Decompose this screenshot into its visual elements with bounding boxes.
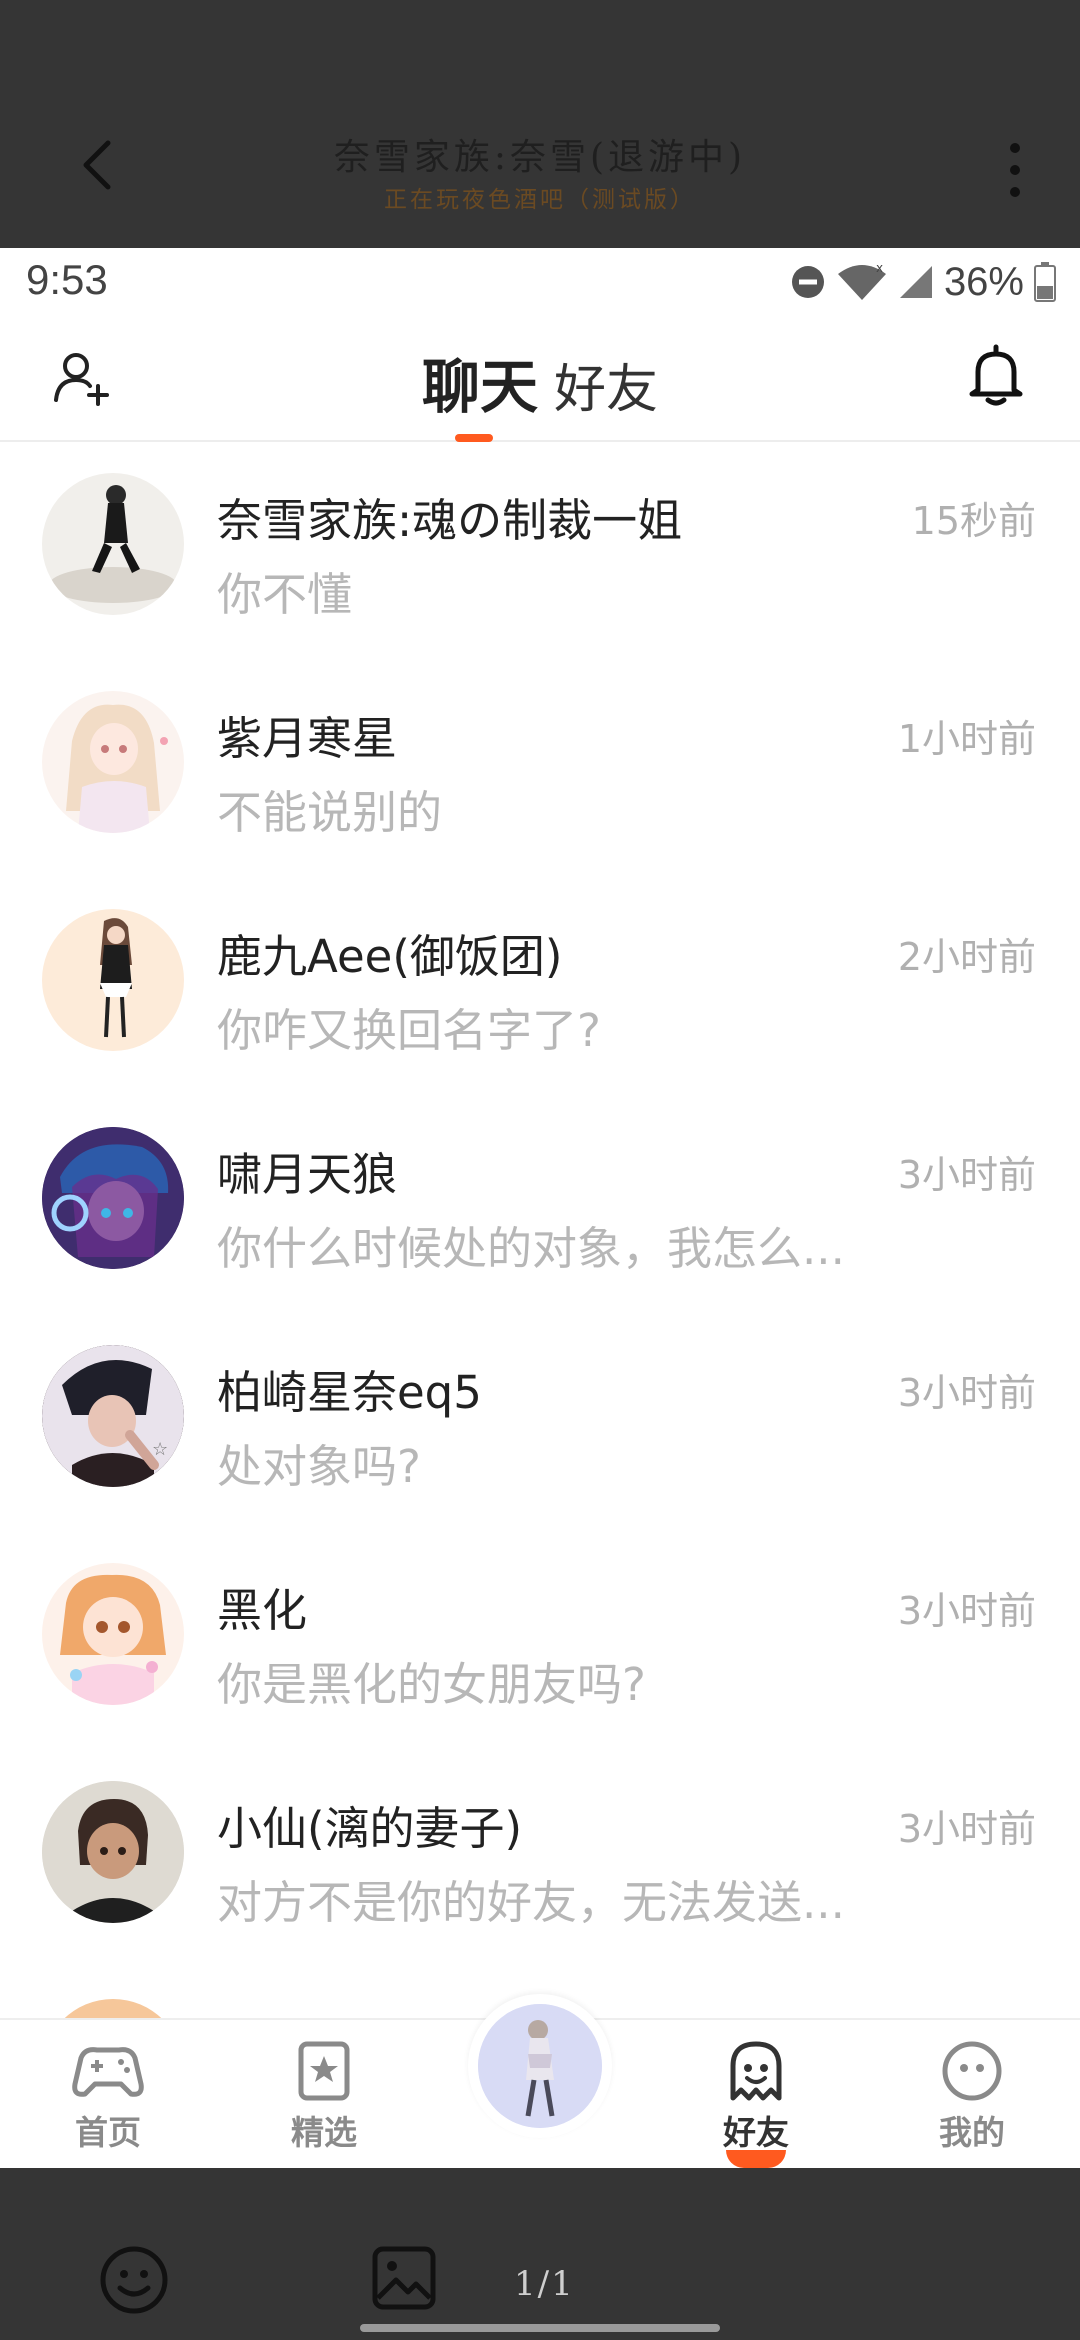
avatar-illustration	[66, 704, 168, 833]
nav-home[interactable]: 首页	[38, 2040, 178, 2154]
svg-text:x: x	[876, 262, 883, 275]
do-not-disturb-icon	[791, 266, 824, 298]
chat-row[interactable]: 啸月天狼 你什么时候处的对象，我怎么... 3小时前	[0, 1098, 1080, 1316]
chat-last-message: 不能说别的	[217, 786, 443, 839]
app-header: 聊天 好友	[0, 316, 1080, 442]
chat-row[interactable]: 紫月寒星 不能说别的 1小时前	[0, 662, 1080, 880]
status-bar: 9:53 x 36%	[0, 248, 1080, 316]
avatar[interactable]	[42, 909, 184, 1051]
nav-mine-label: 我的	[939, 2113, 1005, 2152]
nav-center-avatar[interactable]	[468, 1994, 612, 2138]
avatar-illustration	[42, 1781, 184, 1923]
avatar-illustration	[60, 1574, 166, 1705]
avatar[interactable]: ☆	[42, 1345, 184, 1487]
avatar-illustration	[100, 918, 132, 1038]
chat-time: 2小时前	[897, 935, 1036, 979]
avatar[interactable]	[42, 1127, 184, 1269]
nav-home-label: 首页	[75, 2113, 141, 2152]
chat-last-message: 处对象吗?	[217, 1440, 421, 1493]
active-tab-indicator	[455, 434, 493, 442]
top-overlay-bar: 奈雪家族:奈雪(退游中) 正在玩夜色酒吧（测试版）	[0, 0, 1080, 248]
nav-friends[interactable]: 好友	[686, 2040, 826, 2168]
chat-name: 鹿九Aee(御饭团)	[217, 930, 563, 983]
page-counter: 1/1	[514, 2264, 575, 2304]
chat-name: 奈雪家族:魂の制裁一姐	[217, 494, 683, 547]
avatar-illustration: ☆	[42, 1345, 184, 1487]
smiley-face-icon	[942, 2041, 1002, 2101]
emoji-icon[interactable]	[98, 2244, 170, 2316]
home-indicator[interactable]	[360, 2324, 720, 2332]
chat-time: 3小时前	[897, 1371, 1036, 1415]
active-nav-indicator	[726, 2150, 786, 2168]
svg-text:☆: ☆	[152, 1439, 168, 1460]
tab-chat[interactable]: 聊天	[422, 340, 538, 424]
chat-row[interactable]: ☆ 柏崎星奈eq5 处对象吗? 3小时前	[0, 1316, 1080, 1534]
battery-percent: 36%	[943, 259, 1024, 304]
bottom-overlay-bar: 1/1	[0, 2168, 1080, 2340]
wifi-icon: x	[837, 262, 886, 300]
chat-row[interactable]: 鹿九Aee(御饭团) 你咋又换回名字了? 2小时前	[0, 880, 1080, 1098]
chat-list: 奈雪家族:魂の制裁一姐 你不懂 15秒前 紫月寒星 不能说别的 1小时前 鹿九A…	[0, 444, 1080, 2141]
avatar[interactable]	[42, 691, 184, 833]
tab-friends[interactable]: 好友	[554, 347, 658, 422]
more-vertical-icon[interactable]	[1003, 140, 1027, 200]
avatar-illustration	[42, 1127, 184, 1269]
chat-row[interactable]: 小仙(漓的妻子) 对方不是你的好友，无法发送... 3小时前	[0, 1752, 1080, 1970]
chat-last-message: 对方不是你的好友，无法发送...	[217, 1876, 845, 1929]
chat-time: 3小时前	[897, 1589, 1036, 1633]
status-time: 9:53	[26, 256, 108, 303]
nav-mine[interactable]: 我的	[902, 2040, 1042, 2154]
avatar[interactable]	[42, 1781, 184, 1923]
top-tabs: 聊天 好友	[0, 340, 1080, 424]
chat-row[interactable]: 黑化 你是黑化的女朋友吗? 3小时前	[0, 1534, 1080, 1752]
avatar[interactable]	[42, 1563, 184, 1705]
chat-last-message: 你不懂	[217, 568, 353, 621]
chat-name: 小仙(漓的妻子)	[217, 1802, 523, 1855]
status-icons: x 36%	[790, 258, 1056, 306]
bell-icon[interactable]	[966, 344, 1026, 408]
chat-row[interactable]: 奈雪家族:魂の制裁一姐 你不懂 15秒前	[0, 444, 1080, 662]
overlay-subtitle: 正在玩夜色酒吧（测试版）	[384, 187, 696, 213]
nav-friends-label: 好友	[723, 2113, 789, 2152]
chat-last-message: 你是黑化的女朋友吗?	[217, 1658, 646, 1711]
gamepad-icon	[72, 2047, 144, 2097]
avatar	[478, 2004, 602, 2128]
chat-name: 啸月天狼	[217, 1148, 398, 1201]
avatar-illustration	[49, 485, 177, 603]
overlay-title: 奈雪家族:奈雪(退游中)	[333, 137, 747, 178]
nav-featured[interactable]: 精选	[254, 2040, 394, 2154]
chat-time: 15秒前	[911, 499, 1036, 543]
cellular-signal-icon	[899, 266, 932, 298]
image-icon[interactable]	[370, 2244, 438, 2312]
chat-time: 1小时前	[897, 717, 1036, 761]
avatar[interactable]	[42, 473, 184, 615]
chat-time: 3小时前	[897, 1153, 1036, 1197]
chat-last-message: 你什么时候处的对象，我怎么...	[217, 1222, 845, 1275]
chat-last-message: 你咋又换回名字了?	[217, 1004, 601, 1057]
chat-name: 黑化	[217, 1584, 308, 1637]
battery-icon	[1034, 262, 1056, 302]
nav-featured-label: 精选	[291, 2113, 357, 2152]
bottom-nav: 首页 精选 好友 我的	[0, 1994, 1080, 2168]
chat-name: 紫月寒星	[217, 712, 398, 765]
avatar-illustration	[478, 2004, 602, 2128]
star-bookmark-icon	[298, 2041, 350, 2101]
chat-name: 柏崎星奈eq5	[217, 1366, 482, 1419]
ghost-icon	[730, 2041, 782, 2101]
chat-time: 3小时前	[897, 1807, 1036, 1851]
